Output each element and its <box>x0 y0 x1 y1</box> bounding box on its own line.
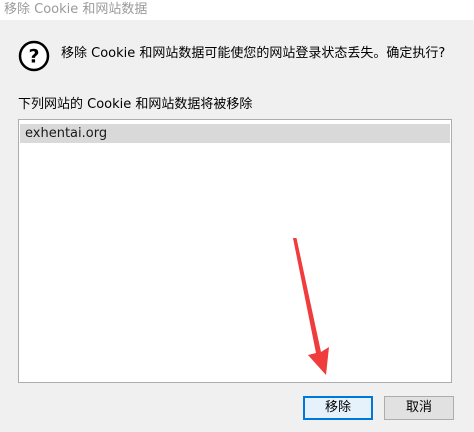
site-list-item-label: exhentai.org <box>25 126 108 141</box>
dialog-title: 移除 Cookie 和网站数据 <box>4 2 148 17</box>
svg-text:?: ? <box>28 46 39 68</box>
cancel-button[interactable]: 取消 <box>384 396 454 420</box>
question-icon: ? <box>18 40 50 72</box>
confirmation-message: 移除 Cookie 和网站数据可能使您的网站登录状态丢失。确定执行? <box>61 46 446 61</box>
title-bar: 移除 Cookie 和网站数据 <box>0 0 474 20</box>
site-list[interactable]: exhentai.org <box>18 119 452 383</box>
site-list-item[interactable]: exhentai.org <box>20 124 450 143</box>
site-list-label: 下列网站的 Cookie 和网站数据将被移除 <box>18 97 253 112</box>
remove-cookies-dialog: 移除 Cookie 和网站数据 ? 移除 Cookie 和网站数据可能使您的网站… <box>0 0 474 432</box>
remove-button[interactable]: 移除 <box>303 396 373 420</box>
